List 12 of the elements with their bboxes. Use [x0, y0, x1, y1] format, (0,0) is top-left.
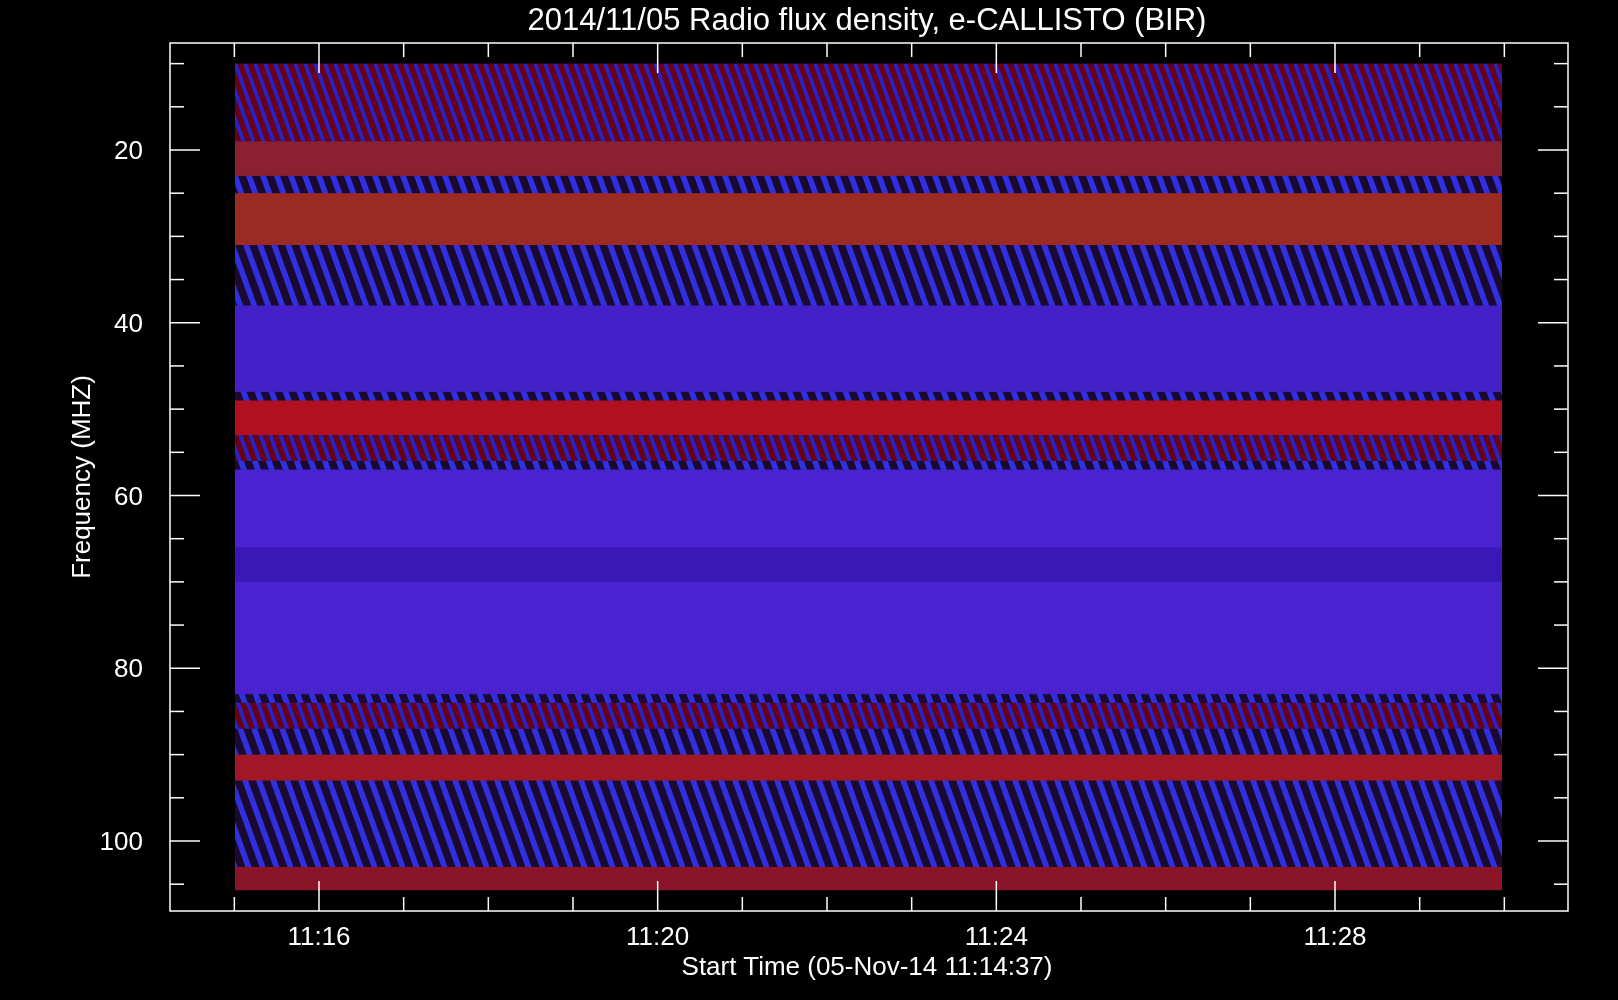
x-tick-label: 11:16 — [287, 921, 351, 951]
x-tick-label: 11:28 — [1303, 921, 1367, 951]
y-axis-label: Frequency (MHZ) — [66, 375, 96, 579]
x-tick-label: 11:20 — [626, 921, 690, 951]
y-tick-label: 80 — [114, 653, 143, 684]
y-tick-label: 100 — [99, 826, 143, 856]
y-tick-label: 60 — [114, 480, 143, 511]
y-tick-label: 40 — [114, 307, 143, 338]
x-tick-label: 11:24 — [964, 921, 1028, 951]
x-axis-label: Start Time (05-Nov-14 11:14:37) — [681, 951, 1053, 981]
y-tick-label: 20 — [114, 135, 143, 165]
chart-title: 2014/11/05 Radio flux density, e-CALLISTO (BIR) — [527, 2, 1207, 37]
